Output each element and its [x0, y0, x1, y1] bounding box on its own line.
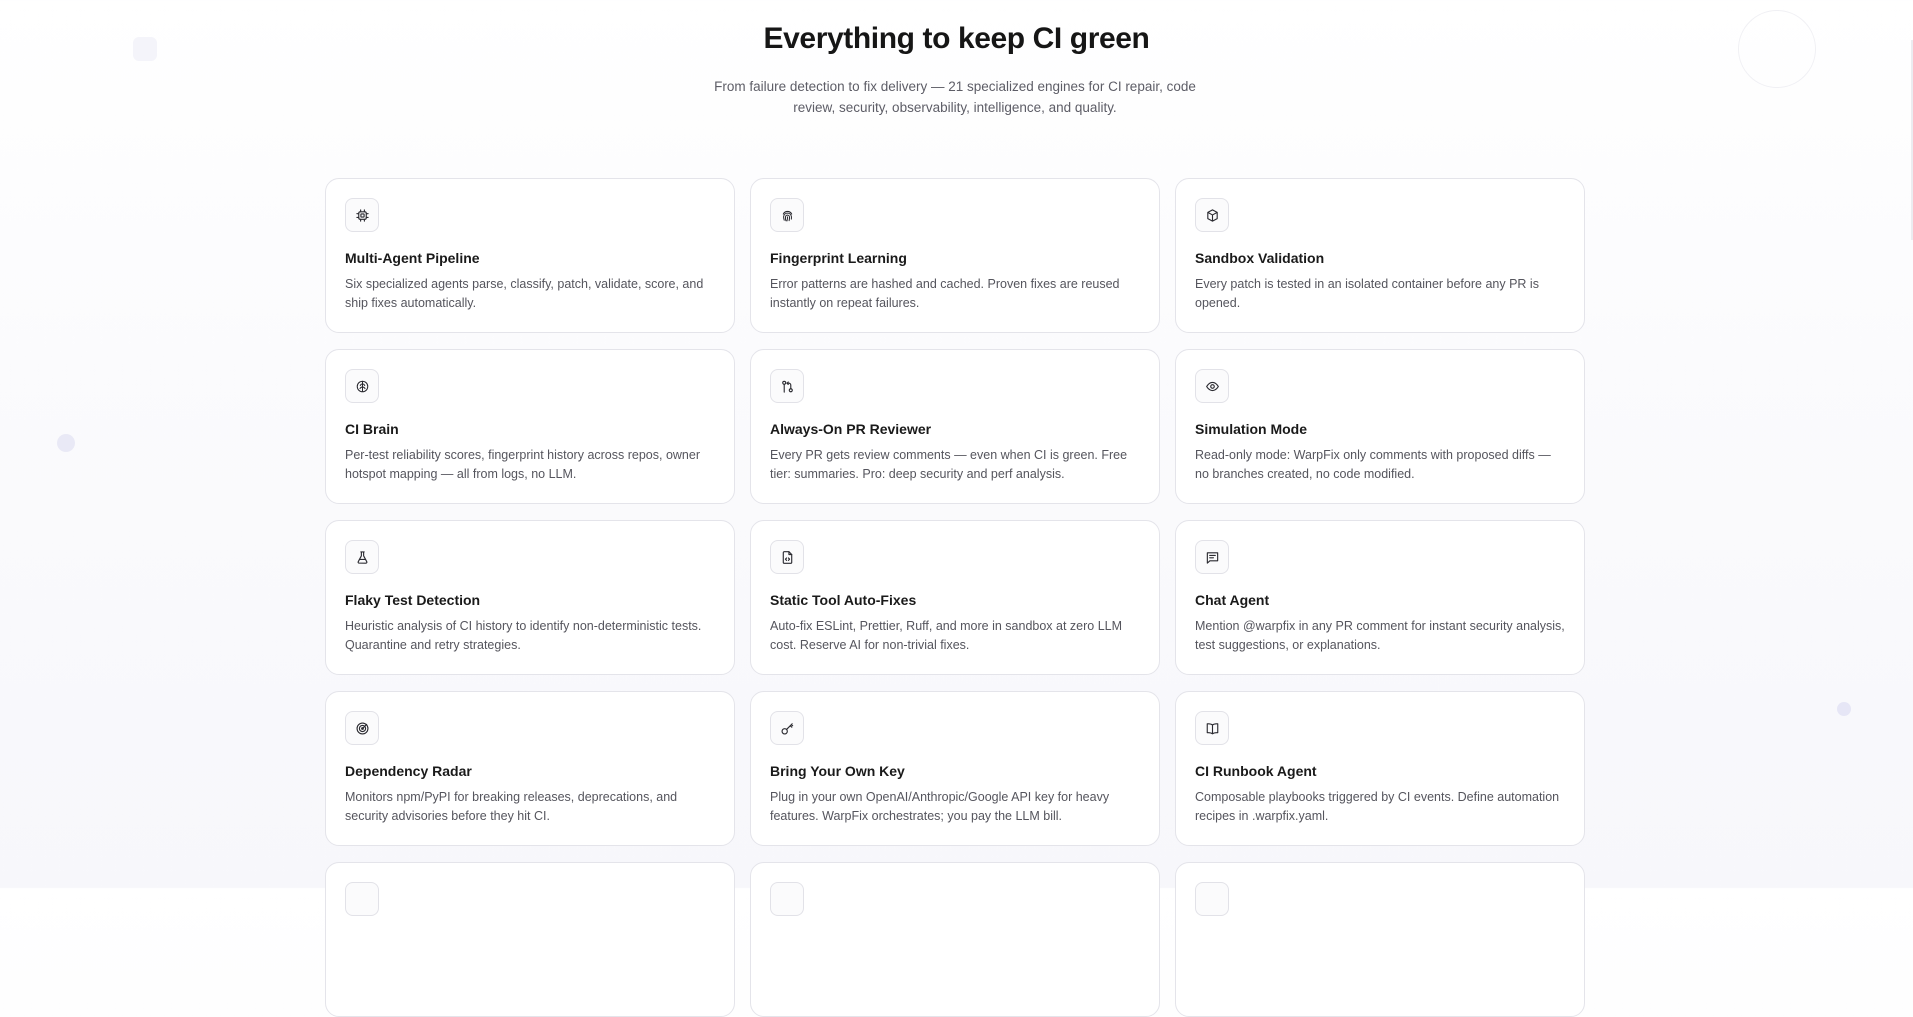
feature-card-partial	[1175, 862, 1585, 1017]
decorative-dot	[57, 434, 75, 452]
cpu-icon	[345, 198, 379, 232]
feature-card-simulation-mode: Simulation Mode Read-only mode: WarpFix …	[1175, 349, 1585, 504]
feature-description: Monitors npm/PyPI for breaking releases,…	[345, 790, 678, 823]
message-icon	[1195, 540, 1229, 574]
feature-icon	[345, 882, 379, 916]
feature-title: Multi-Agent Pipeline	[345, 250, 480, 266]
feature-title: CI Brain	[345, 421, 399, 437]
file-code-icon	[770, 540, 804, 574]
feature-card-sandbox-validation: Sandbox Validation Every patch is tested…	[1175, 178, 1585, 333]
feature-title: Chat Agent	[1195, 592, 1270, 608]
feature-description: Auto-fix ESLint, Prettier, Ruff, and mor…	[770, 619, 1123, 652]
book-icon	[1195, 711, 1229, 745]
feature-description: Error patterns are hashed and cached. Pr…	[770, 277, 1120, 310]
feature-card-always-on-pr-reviewer: Always-On PR Reviewer Every PR gets revi…	[750, 349, 1160, 504]
feature-card-flaky-test-detection: Flaky Test Detection Heuristic analysis …	[325, 520, 735, 675]
feature-description: Mention @warpfix in any PR comment for i…	[1195, 619, 1565, 652]
feature-card-static-tool-auto-fixes: Static Tool Auto-Fixes Auto-fix ESLint, …	[750, 520, 1160, 675]
feature-card-bring-your-own-key: Bring Your Own Key Plug in your own Open…	[750, 691, 1160, 846]
feature-title: Fingerprint Learning	[770, 250, 907, 266]
feature-title: Always-On PR Reviewer	[770, 421, 932, 437]
feature-description: Every patch is tested in an isolated con…	[1195, 277, 1539, 310]
eye-icon	[1195, 369, 1229, 403]
section-title: Everything to keep CI green	[763, 22, 1150, 55]
feature-card-fingerprint-learning: Fingerprint Learning Error patterns are …	[750, 178, 1160, 333]
feature-title: Flaky Test Detection	[345, 592, 481, 608]
flask-icon	[345, 540, 379, 574]
feature-title: Simulation Mode	[1195, 421, 1307, 437]
feature-card-ci-brain: CI Brain Per-test reliability scores, fi…	[325, 349, 735, 504]
brain-icon	[345, 369, 379, 403]
feature-description: Plug in your own OpenAI/Anthropic/Google…	[770, 790, 1110, 823]
feature-description: Six specialized agents parse, classify, …	[345, 277, 704, 310]
feature-title: Bring Your Own Key	[770, 763, 905, 779]
feature-icon	[770, 882, 804, 916]
fingerprint-icon	[770, 198, 804, 232]
feature-card-ci-runbook-agent: CI Runbook Agent Composable playbooks tr…	[1175, 691, 1585, 846]
feature-card-partial	[325, 862, 735, 1017]
features-grid: Multi-Agent Pipeline Six specialized age…	[325, 178, 1585, 1017]
feature-description: Heuristic analysis of CI history to iden…	[345, 619, 702, 652]
feature-card-multi-agent-pipeline: Multi-Agent Pipeline Six specialized age…	[325, 178, 735, 333]
feature-title: Sandbox Validation	[1195, 250, 1325, 266]
key-icon	[770, 711, 804, 745]
section-subtitle: From failure detection to fix delivery —…	[714, 79, 1196, 115]
decorative-dot	[1837, 702, 1851, 716]
feature-card-partial	[750, 862, 1160, 1017]
git-pull-request-icon	[770, 369, 804, 403]
feature-description: Per-test reliability scores, fingerprint…	[345, 448, 700, 481]
feature-description: Composable playbooks triggered by CI eve…	[1195, 790, 1560, 823]
feature-title: CI Runbook Agent	[1195, 763, 1317, 779]
feature-description: Every PR gets review comments — even whe…	[770, 448, 1128, 481]
feature-title: Static Tool Auto-Fixes	[770, 592, 917, 608]
feature-card-chat-agent: Chat Agent Mention @warpfix in any PR co…	[1175, 520, 1585, 675]
radar-icon	[345, 711, 379, 745]
feature-title: Dependency Radar	[345, 763, 472, 779]
feature-description: Read-only mode: WarpFix only comments wi…	[1195, 448, 1551, 481]
box-icon	[1195, 198, 1229, 232]
feature-card-dependency-radar: Dependency Radar Monitors npm/PyPI for b…	[325, 691, 735, 846]
feature-icon	[1195, 882, 1229, 916]
